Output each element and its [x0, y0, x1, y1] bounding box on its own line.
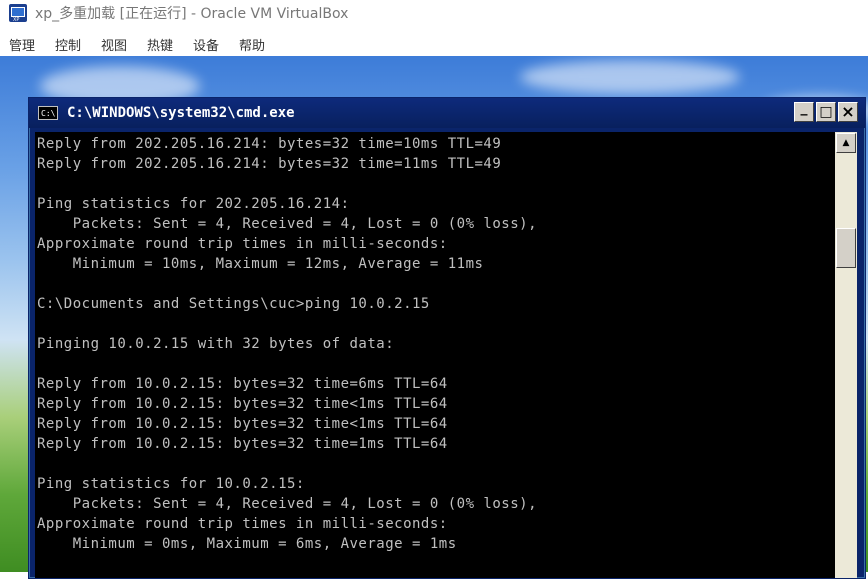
- console-line: Ping statistics for 10.0.2.15:: [37, 476, 305, 492]
- console-line: Reply from 10.0.2.15: bytes=32 time<1ms …: [37, 396, 448, 412]
- cmd-titlebar[interactable]: C:\ C:\WINDOWS\system32\cmd.exe _ □ ×: [29, 98, 865, 128]
- console-line: Ping statistics for 202.205.16.214:: [37, 196, 350, 212]
- console-line: Reply from 10.0.2.15: bytes=32 time=1ms …: [37, 436, 448, 452]
- console-line: Reply from 202.205.16.214: bytes=32 time…: [37, 156, 502, 172]
- menu-item-control[interactable]: 控制: [55, 35, 81, 54]
- maximize-button[interactable]: □: [816, 102, 836, 122]
- cmd-window[interactable]: C:\ C:\WINDOWS\system32\cmd.exe _ □ × Re…: [28, 97, 866, 579]
- scroll-up-button[interactable]: ▲: [836, 133, 856, 153]
- console-line: Packets: Sent = 4, Received = 4, Lost = …: [37, 496, 538, 512]
- menu-item-manage[interactable]: 管理: [9, 35, 35, 54]
- close-icon: ×: [841, 102, 855, 121]
- console-line: Reply from 10.0.2.15: bytes=32 time=6ms …: [37, 376, 448, 392]
- menu-item-view[interactable]: 视图: [101, 35, 127, 54]
- console-line: Packets: Sent = 4, Received = 4, Lost = …: [37, 216, 538, 232]
- console-text: Reply from 202.205.16.214: bytes=32 time…: [35, 132, 835, 554]
- host-menubar: 管理 控制 视图 热键 设备 帮助: [0, 30, 868, 54]
- menu-item-help[interactable]: 帮助: [239, 35, 265, 54]
- console-line: Minimum = 10ms, Maximum = 12ms, Average …: [37, 256, 484, 272]
- minimize-button[interactable]: _: [794, 100, 814, 122]
- console-line: C:\Documents and Settings\cuc>ping 10.0.…: [37, 296, 430, 312]
- menu-item-devices[interactable]: 设备: [193, 35, 219, 54]
- cmd-title: C:\WINDOWS\system32\cmd.exe: [67, 105, 295, 121]
- console-output[interactable]: Reply from 202.205.16.214: bytes=32 time…: [35, 132, 835, 578]
- console-line: Approximate round trip times in milli-se…: [37, 236, 448, 252]
- console-line: Approximate round trip times in milli-se…: [37, 516, 448, 532]
- cmd-icon: C:\: [38, 106, 58, 120]
- scrollbar-thumb[interactable]: [836, 228, 856, 268]
- console-line: Reply from 202.205.16.214: bytes=32 time…: [37, 136, 502, 152]
- host-titlebar: XP xp_多重加载 [正在运行] - Oracle VM VirtualBox: [0, 0, 868, 26]
- console-line: Minimum = 0ms, Maximum = 6ms, Average = …: [37, 536, 457, 552]
- menu-item-hotkey[interactable]: 热键: [147, 35, 173, 54]
- minimize-icon: _: [800, 100, 808, 116]
- console-line: Reply from 10.0.2.15: bytes=32 time<1ms …: [37, 416, 448, 432]
- svg-text:XP: XP: [13, 17, 19, 23]
- virtualbox-icon: XP: [9, 4, 27, 23]
- vertical-scrollbar[interactable]: ▲: [835, 132, 857, 578]
- scroll-up-arrow-icon: ▲: [842, 138, 850, 148]
- close-button[interactable]: ×: [838, 102, 858, 122]
- window-title: xp_多重加载 [正在运行] - Oracle VM VirtualBox: [35, 6, 349, 22]
- maximize-icon: □: [819, 104, 833, 120]
- cloud: [520, 60, 740, 94]
- console-line: Pinging 10.0.2.15 with 32 bytes of data:: [37, 336, 395, 352]
